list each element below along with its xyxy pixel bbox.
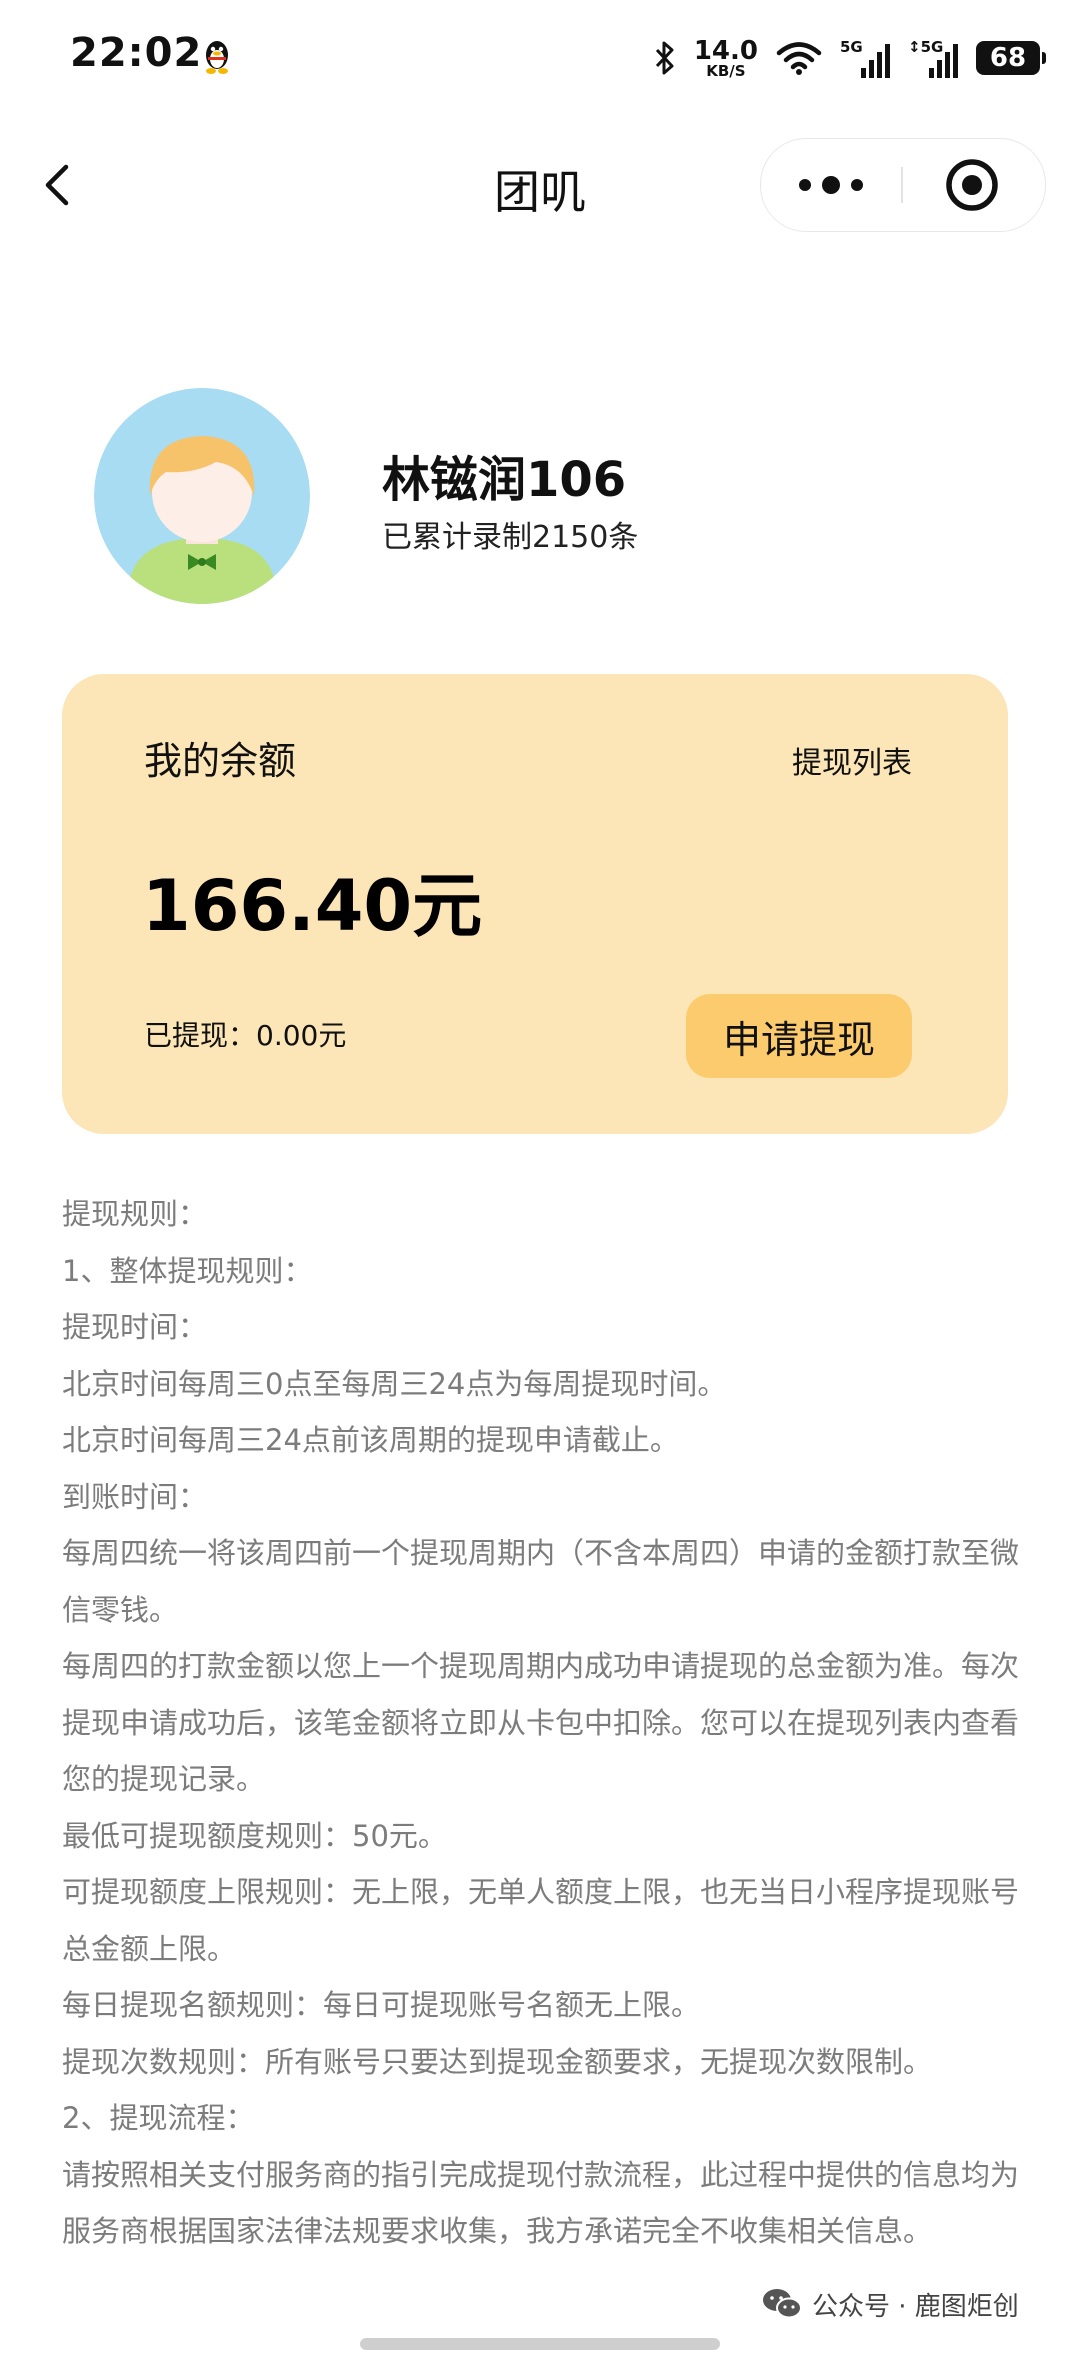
signal-icon-sim1: 5G [840, 38, 890, 78]
more-dots-icon [799, 176, 863, 194]
close-mini-program-button[interactable] [903, 139, 1045, 231]
mini-program-capsule [760, 138, 1046, 232]
wifi-icon [776, 42, 822, 75]
balance-card: 我的余额 提现列表 166.40元 已提现：0.00元 申请提现 [62, 674, 1008, 1134]
battery-icon: 68 [976, 41, 1046, 75]
more-button[interactable] [761, 139, 901, 231]
network-speed-value: 14.0 [693, 35, 758, 66]
rules-line: 每周四统一将该周四前一个提现周期内（不含本周四）申请的金额打款至微信零钱。 [62, 1536, 1020, 1627]
rules-line: 最低可提现额度规则：50元。 [62, 1818, 447, 1853]
rules-line: 每周四的打款金额以您上一个提现周期内成功申请提现的总金额为准。每次提现申请成功后… [62, 1649, 1020, 1796]
signal-icon-sim2: ↕5G [908, 38, 958, 78]
rules-line: 提现次数规则：所有账号只要达到提现金额要求，无提现次数限制。 [62, 2044, 933, 2079]
avatar [94, 388, 310, 604]
target-icon [946, 159, 998, 211]
status-icons: 14.0 KB/S 5G ↕5G 68 [654, 30, 1046, 86]
wechat-icon [763, 2289, 802, 2319]
user-name: 林镃润106 [382, 452, 627, 508]
avatar-illustration [94, 388, 310, 604]
rules-line: 可提现额度上限规则：无上限，无单人额度上限，也无当日小程序提现账号总金额上限。 [62, 1875, 1020, 1966]
rules-line: 提现时间： [62, 1310, 208, 1344]
apply-withdraw-button[interactable]: 申请提现 [686, 994, 912, 1078]
record-count: 已累计录制2150条 [382, 520, 639, 555]
sim1-network-tag: 5G [840, 38, 863, 56]
network-speed: 14.0 KB/S [694, 38, 758, 79]
nav-bar: 团叽 [0, 130, 1080, 240]
network-speed-unit: KB/S [706, 61, 746, 80]
withdrawn-amount: 已提现：0.00元 [144, 1019, 347, 1052]
bluetooth-icon [655, 41, 674, 75]
rules-line: 北京时间每周三24点前该周期的提现申请截止。 [62, 1423, 679, 1457]
rules-line: 1、整体提现规则： [62, 1253, 313, 1288]
withdraw-list-link[interactable]: 提现列表 [792, 738, 912, 782]
watermark: 公众号 · 鹿图炬创 [762, 2282, 1019, 2326]
qq-penguin-icon [206, 41, 228, 74]
home-indicator[interactable] [360, 2338, 720, 2350]
status-bar: 22:02 14.0 KB/S 5G ↕5G 68 [0, 0, 1080, 120]
status-time: 22:02 [70, 30, 203, 76]
rules-line: 提现规则： [62, 1197, 208, 1231]
rules-line: 每日提现名额规则：每日可提现账号名额无上限。 [62, 1988, 701, 2022]
rules-line: 到账时间： [62, 1479, 208, 1514]
balance-amount: 166.40元 [142, 865, 483, 947]
balance-label: 我的余额 [144, 739, 297, 783]
rules-line: 北京时间每周三0点至每周三24点为每周提现时间。 [62, 1366, 727, 1401]
rules-line: 请按照相关支付服务商的指引完成提现付款流程，此过程中提供的信息均为服务商根据国家… [62, 2157, 1020, 2249]
watermark-text: 公众号 · 鹿图炬创 [812, 2291, 1019, 2322]
rules-line: 2、提现流程： [62, 2101, 255, 2135]
withdraw-rules: 提现规则： 1、整体提现规则： 提现时间： 北京时间每周三0点至每周三24点为每… [62, 1186, 1022, 2260]
